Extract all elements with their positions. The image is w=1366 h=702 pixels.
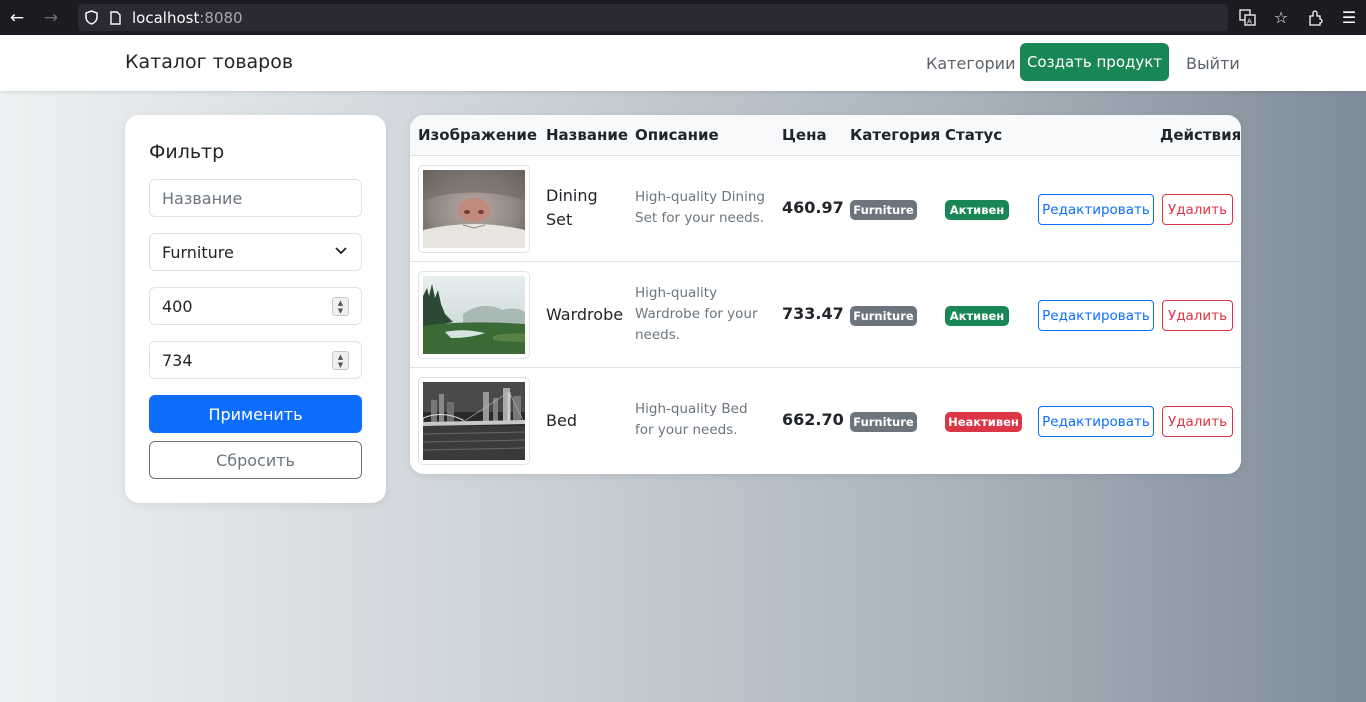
reset-filter-button[interactable]: Сбросить	[149, 441, 362, 479]
brand-title[interactable]: Каталог товаров	[125, 51, 293, 73]
product-name: Dining Set	[546, 186, 598, 229]
url-text[interactable]: localhost:8080	[132, 9, 243, 27]
edit-button[interactable]: Редактировать	[1038, 300, 1154, 331]
product-name: Wardrobe	[546, 305, 624, 324]
bookmark-star-icon[interactable]: ☆	[1264, 0, 1298, 35]
svg-text:A: A	[1247, 18, 1252, 26]
category-selected-value: Furniture	[162, 242, 234, 262]
table-row: Dining Set High-quality Dining Set for y…	[410, 156, 1241, 262]
number-spinner-icon[interactable]: ▲ ▼	[332, 351, 349, 370]
max-price-value: 734	[162, 350, 193, 370]
create-product-button[interactable]: Создать продукт	[1020, 43, 1169, 81]
delete-button[interactable]: Удалить	[1162, 406, 1233, 437]
categories-link[interactable]: Категории	[926, 54, 1015, 73]
max-price-input[interactable]: 734 ▲ ▼	[149, 341, 362, 379]
shield-icon[interactable]	[80, 10, 102, 25]
address-bar[interactable]: localhost:8080	[78, 4, 1228, 31]
category-badge: Furniture	[850, 412, 917, 432]
edit-button[interactable]: Редактировать	[1038, 194, 1154, 225]
product-price: 662.70	[782, 410, 844, 429]
name-filter-placeholder: Название	[162, 188, 243, 208]
products-table: Изображение Название Описание Цена Катег…	[410, 115, 1241, 474]
header-price: Цена	[782, 126, 827, 144]
header-category: Категория	[850, 126, 941, 144]
forward-arrow-icon[interactable]: →	[34, 0, 68, 35]
name-filter-input[interactable]: Название	[149, 179, 362, 217]
delete-button[interactable]: Удалить	[1162, 300, 1233, 331]
browser-toolbar: ← → localhost:8080 A ☆ ☰	[0, 0, 1366, 35]
chevron-down-icon	[335, 244, 347, 258]
product-thumbnail	[418, 271, 530, 359]
category-badge: Furniture	[850, 306, 917, 326]
header-actions: Действия	[1160, 126, 1241, 144]
edit-button[interactable]: Редактировать	[1038, 406, 1154, 437]
top-navbar: Каталог товаров Категории Создать продук…	[0, 35, 1366, 91]
misty-forest-lake-photo	[423, 276, 525, 354]
table-row: Bed High-quality Bed for your needs. 662…	[410, 368, 1241, 474]
cat-nose-photo	[423, 170, 525, 248]
header-image: Изображение	[418, 126, 538, 144]
back-arrow-icon[interactable]: ←	[0, 0, 34, 35]
filter-card: Фильтр Название Furniture 400 ▲ ▼ 734 ▲ ▼ …	[125, 115, 386, 503]
header-status: Статус	[945, 126, 1003, 144]
status-badge: Активен	[945, 306, 1009, 326]
product-thumbnail	[418, 377, 530, 465]
product-description: High-quality Dining Set for your needs.	[635, 189, 765, 226]
page-icon	[104, 10, 126, 25]
extensions-icon[interactable]	[1298, 0, 1332, 35]
delete-button[interactable]: Удалить	[1162, 194, 1233, 225]
page-background: Каталог товаров Категории Создать продук…	[0, 35, 1366, 702]
product-name: Bed	[546, 411, 577, 430]
night-bridge-city-photo	[422, 382, 526, 460]
min-price-value: 400	[162, 296, 193, 316]
status-badge: Активен	[945, 200, 1009, 220]
translate-icon[interactable]: A	[1230, 0, 1264, 35]
product-description: High-quality Wardrobe for your needs.	[635, 285, 758, 343]
menu-icon[interactable]: ☰	[1332, 0, 1366, 35]
header-name: Название	[546, 126, 629, 144]
table-header: Изображение Название Описание Цена Катег…	[410, 115, 1241, 156]
product-price: 733.47	[782, 304, 844, 323]
product-description: High-quality Bed for your needs.	[635, 401, 748, 438]
category-select[interactable]: Furniture	[149, 233, 362, 271]
apply-filter-button[interactable]: Применить	[149, 395, 362, 433]
product-thumbnail	[418, 165, 530, 253]
filter-title: Фильтр	[149, 141, 225, 163]
logout-link[interactable]: Выйти	[1186, 54, 1240, 73]
table-row: Wardrobe High-quality Wardrobe for your …	[410, 262, 1241, 368]
header-description: Описание	[635, 126, 719, 144]
min-price-input[interactable]: 400 ▲ ▼	[149, 287, 362, 325]
category-badge: Furniture	[850, 200, 917, 220]
status-badge: Неактивен	[945, 412, 1022, 432]
product-price: 460.97	[782, 198, 844, 217]
number-spinner-icon[interactable]: ▲ ▼	[332, 297, 349, 316]
